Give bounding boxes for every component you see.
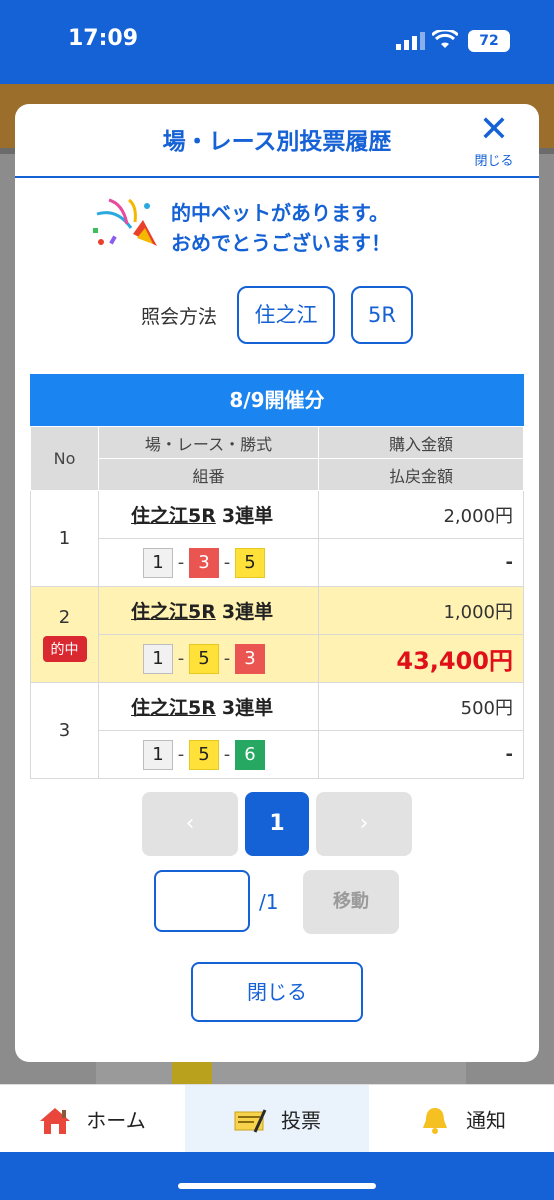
race-link[interactable]: 住之江5R	[131, 505, 216, 527]
boat-number-1: 1	[143, 547, 173, 578]
boat-number-5: 5	[189, 739, 219, 770]
bell-icon	[423, 1107, 447, 1134]
history-table: No 場・レース・勝式 購入金額 組番 払戻金額 1 住之江5R 3連単 2,00…	[30, 426, 524, 779]
payout-amount-win: 43,400円	[318, 634, 524, 683]
page-1-button[interactable]: 1	[245, 792, 309, 856]
close-icon: ✕	[478, 109, 510, 150]
date-header: 8/9開催分	[30, 374, 524, 426]
party-popper-icon	[93, 198, 157, 246]
boat-number-5: 5	[189, 643, 219, 674]
table-row-hit: 2 的中 住之江5R 3連単 1,000円	[30, 586, 524, 683]
boat-number-1: 1	[143, 643, 173, 674]
modal-title: 場・レース別投票履歴	[162, 129, 392, 155]
table-row-sub: 1-3-5 -	[31, 538, 524, 587]
race-link[interactable]: 住之江5R	[131, 697, 216, 719]
page-jump-input[interactable]	[154, 870, 250, 932]
tab-vote[interactable]: 投票	[185, 1085, 369, 1153]
status-bar: 17:09 72	[0, 0, 554, 84]
header-no: No	[30, 426, 99, 491]
row-no: 3	[30, 682, 99, 779]
boat-number-5: 5	[235, 547, 265, 578]
query-method-label: 照会方法	[141, 306, 218, 328]
home-indicator[interactable]	[178, 1183, 376, 1189]
chevron-right-icon: ›	[359, 811, 369, 836]
pagination: ‹ 1 ›	[15, 792, 539, 856]
purchase-amount: 2,000円	[318, 490, 524, 539]
payout-amount: -	[318, 730, 524, 779]
table-row: 3 住之江5R 3連単 500円	[30, 682, 524, 779]
combo-cell: 1-5-6	[98, 730, 319, 779]
header-payout: 払戻金額	[318, 458, 524, 491]
bet-type: 3連単	[221, 505, 274, 527]
chevron-left-icon: ‹	[185, 811, 195, 836]
move-button[interactable]: 移動	[303, 870, 399, 934]
row-no: 2	[58, 607, 71, 628]
header-race: 場・レース・勝式	[98, 426, 319, 459]
boat-number-3: 3	[235, 643, 265, 674]
close-button[interactable]: 閉じる	[191, 962, 363, 1022]
modal-close-button[interactable]: ✕ 閉じる	[469, 112, 519, 170]
congrats-line-1: 的中ベットがあります。	[171, 201, 389, 225]
congrats-line-2: おめでとうございます！	[171, 231, 391, 255]
boat-number-3: 3	[189, 547, 219, 578]
header-combo: 組番	[98, 458, 319, 491]
purchase-amount: 1,000円	[318, 586, 524, 635]
tab-home[interactable]: ホーム	[0, 1085, 184, 1153]
combo-cell: 1-5-3	[98, 634, 319, 683]
venue-chip[interactable]: 住之江	[237, 286, 335, 344]
page-total: /1	[259, 890, 279, 914]
table-row-sub: 1-5-3 43,400円	[31, 634, 524, 683]
wifi-icon	[432, 30, 458, 48]
table-row-sub: 1-5-6 -	[31, 730, 524, 779]
vote-history-modal: 場・レース別投票履歴 ✕ 閉じる 的中ベットがあります。 おめでとうございます！…	[15, 104, 539, 1062]
combo-cell: 1-3-5	[98, 538, 319, 587]
status-time: 17:09	[68, 26, 139, 51]
row-no: 1	[30, 490, 99, 587]
home-icon	[40, 1107, 71, 1134]
close-icon-label: 閉じる	[474, 154, 514, 169]
cellular-signal-icon	[396, 32, 425, 50]
payout-amount: -	[318, 538, 524, 587]
title-divider	[15, 176, 539, 178]
hit-badge: 的中	[42, 636, 87, 662]
race-chip[interactable]: 5R	[351, 286, 413, 344]
home-indicator-area	[0, 1152, 554, 1200]
next-page-button[interactable]: ›	[316, 792, 412, 856]
boat-number-1: 1	[143, 739, 173, 770]
boat-number-6: 6	[235, 739, 265, 770]
bet-type: 3連単	[221, 601, 274, 623]
prev-page-button[interactable]: ‹	[142, 792, 238, 856]
header-purchase: 購入金額	[318, 426, 524, 459]
race-link[interactable]: 住之江5R	[131, 601, 216, 623]
vote-ticket-icon	[234, 1108, 267, 1133]
tab-notify[interactable]: 通知	[370, 1085, 554, 1153]
purchase-amount: 500円	[318, 682, 524, 731]
bottom-tab-bar: ホーム 投票 通知	[0, 1084, 554, 1153]
table-row: 1 住之江5R 3連単 2,000円	[30, 490, 524, 587]
battery-icon: 72	[468, 30, 510, 52]
bet-type: 3連単	[221, 697, 274, 719]
